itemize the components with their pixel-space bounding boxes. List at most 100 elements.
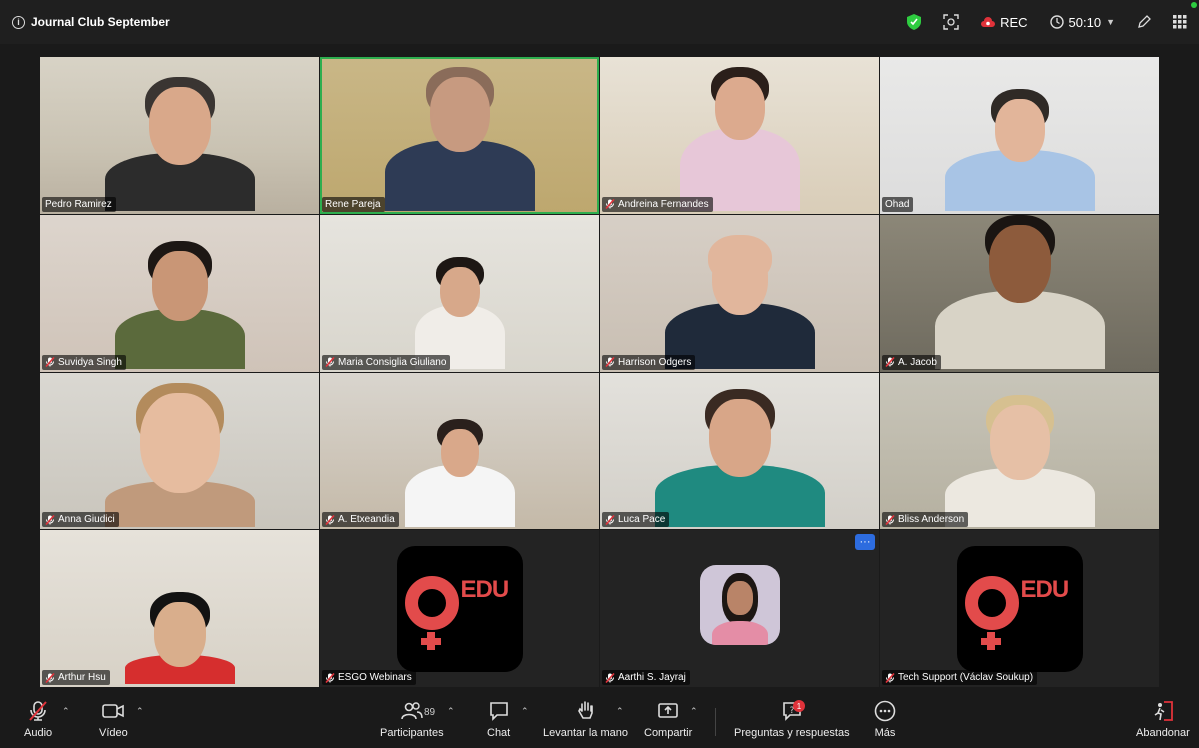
participant-tile[interactable]: Luca Pace — [600, 372, 879, 530]
participant-name: Anna Giudici — [58, 514, 115, 526]
participants-options-chevron-icon[interactable]: ⌃ — [447, 706, 455, 717]
participant-name: Suvidya Singh — [58, 356, 122, 368]
tile-more-options-button[interactable]: ··· — [855, 534, 875, 551]
mic-muted-icon — [325, 672, 335, 683]
participant-video — [640, 373, 840, 530]
participant-name-tag: A. Jacob — [882, 354, 941, 370]
chat-button[interactable]: Chat — [487, 700, 510, 739]
participant-video — [80, 57, 280, 214]
timer-value: 50:10 — [1068, 14, 1102, 30]
participant-tile[interactable]: EDU ESGO Webinars — [320, 530, 599, 687]
mic-muted-icon — [885, 357, 895, 367]
participant-name-tag: Pedro Ramirez — [42, 196, 116, 212]
participant-video — [360, 215, 560, 372]
participant-tile[interactable]: Harrison Odgers — [600, 214, 879, 372]
participant-name: Andreina Fernandes — [618, 198, 709, 210]
participant-video — [920, 373, 1120, 530]
participant-name: Bliss Anderson — [898, 514, 965, 526]
meeting-timer[interactable]: 50:10 ▼ — [1049, 14, 1115, 30]
share-options-chevron-icon[interactable]: ⌃ — [690, 706, 698, 717]
leave-button[interactable]: Abandonar — [1136, 700, 1190, 739]
focus-icon[interactable] — [943, 14, 959, 30]
clock-icon — [1049, 15, 1064, 29]
participant-name-tag: Anna Giudici — [42, 512, 119, 528]
logo-text: EDU — [460, 575, 510, 603]
logo-text: EDU — [1020, 575, 1070, 603]
profile-photo — [699, 564, 780, 645]
participant-name-tag: Arthur Hsu — [42, 670, 110, 685]
participant-tile[interactable]: Ohad — [880, 57, 1159, 214]
participant-video — [80, 215, 280, 372]
participant-name-tag: ESGO Webinars — [322, 670, 416, 685]
participant-name: Tech Support (Václav Soukup) — [898, 672, 1034, 683]
mic-muted-icon — [605, 514, 615, 525]
connection-status-dot — [1191, 2, 1197, 8]
participant-tile[interactable]: Arthur Hsu — [40, 530, 319, 687]
more-button[interactable]: Más — [874, 700, 896, 739]
audio-button[interactable]: Audio — [24, 700, 52, 739]
participant-name: A. Etxeandia — [338, 514, 395, 526]
mic-muted-icon — [45, 672, 55, 683]
chat-label: Chat — [487, 727, 511, 739]
participant-video — [80, 373, 280, 530]
participant-name-tag: Bliss Anderson — [882, 512, 969, 528]
gallery-view-icon[interactable] — [1173, 15, 1187, 29]
participant-name-tag: Aarthi S. Jayraj — [602, 670, 690, 685]
participant-name: Aarthi S. Jayraj — [618, 672, 686, 683]
participant-tile[interactable]: Pedro Ramirez — [40, 57, 319, 214]
participant-name-tag: Harrison Odgers — [602, 354, 696, 370]
shield-icon[interactable] — [907, 14, 922, 30]
participant-tile[interactable]: Maria Consiglia Giuliano — [320, 214, 599, 372]
raise-hand-label: Levantar la mano — [543, 727, 628, 739]
mic-muted-icon — [885, 514, 895, 525]
meeting-title: Journal Club September — [31, 15, 170, 29]
participant-tile[interactable]: Bliss Anderson — [880, 372, 1159, 530]
participants-count: 89 — [424, 707, 436, 718]
participant-tile[interactable]: A. Jacob — [880, 214, 1159, 372]
mic-muted-icon — [605, 672, 615, 683]
participants-icon — [400, 702, 423, 720]
meeting-info[interactable]: i Journal Club September — [12, 15, 170, 29]
participant-video — [920, 214, 1120, 372]
participant-name: ESGO Webinars — [338, 672, 412, 683]
participant-tile[interactable]: EDU Tech Support (Václav Soukup) — [880, 530, 1159, 687]
raise-hand-options-chevron-icon[interactable]: ⌃ — [616, 706, 624, 717]
participant-tile[interactable]: ··· Aarthi S. Jayraj — [600, 530, 879, 687]
participant-tile[interactable]: Andreina Fernandes — [600, 57, 879, 214]
participant-tile[interactable]: Suvidya Singh — [40, 214, 319, 372]
audio-options-chevron-icon[interactable]: ⌃ — [62, 706, 70, 717]
camera-icon — [102, 704, 125, 718]
chat-options-chevron-icon[interactable]: ⌃ — [521, 706, 529, 717]
chat-icon — [489, 702, 508, 721]
participant-name: Pedro Ramirez — [45, 198, 112, 210]
mic-muted-icon — [885, 672, 895, 683]
annotate-pencil-icon[interactable] — [1137, 15, 1151, 29]
participant-video — [80, 530, 280, 687]
participants-button[interactable]: Participantes — [380, 700, 444, 739]
leave-label: Abandonar — [1136, 727, 1190, 739]
mic-muted-icon — [605, 199, 615, 210]
participant-tile[interactable]: A. Etxeandia — [320, 372, 599, 530]
info-icon[interactable]: i — [12, 15, 25, 29]
participant-video — [360, 57, 560, 214]
video-options-chevron-icon[interactable]: ⌃ — [136, 706, 144, 717]
qa-button[interactable]: ? Preguntas y respuestas — [734, 700, 850, 739]
meeting-toolbar: Audio ⌃ Vídeo ⌃ Participantes 89 ⌃ Chat … — [0, 694, 1199, 748]
rec-label: REC — [1000, 14, 1028, 30]
recording-indicator[interactable]: REC — [981, 14, 1028, 30]
qa-notification-badge: 1 — [793, 700, 805, 712]
participant-name: Ohad — [885, 198, 910, 210]
leave-door-icon — [1154, 701, 1173, 721]
participant-tile[interactable]: Anna Giudici — [40, 372, 319, 530]
participant-video — [640, 215, 840, 372]
video-button[interactable]: Vídeo — [99, 700, 128, 739]
chevron-down-icon[interactable]: ▼ — [1106, 17, 1115, 27]
share-screen-button[interactable]: Compartir — [644, 700, 692, 739]
participant-name-tag: Ohad — [882, 196, 914, 212]
participant-name: Luca Pace — [618, 514, 666, 526]
more-dots-icon — [874, 700, 896, 722]
hand-icon — [577, 701, 593, 719]
mic-muted-icon — [605, 357, 615, 367]
share-screen-icon — [658, 703, 678, 718]
participant-tile[interactable]: Rene Pareja — [320, 57, 599, 214]
